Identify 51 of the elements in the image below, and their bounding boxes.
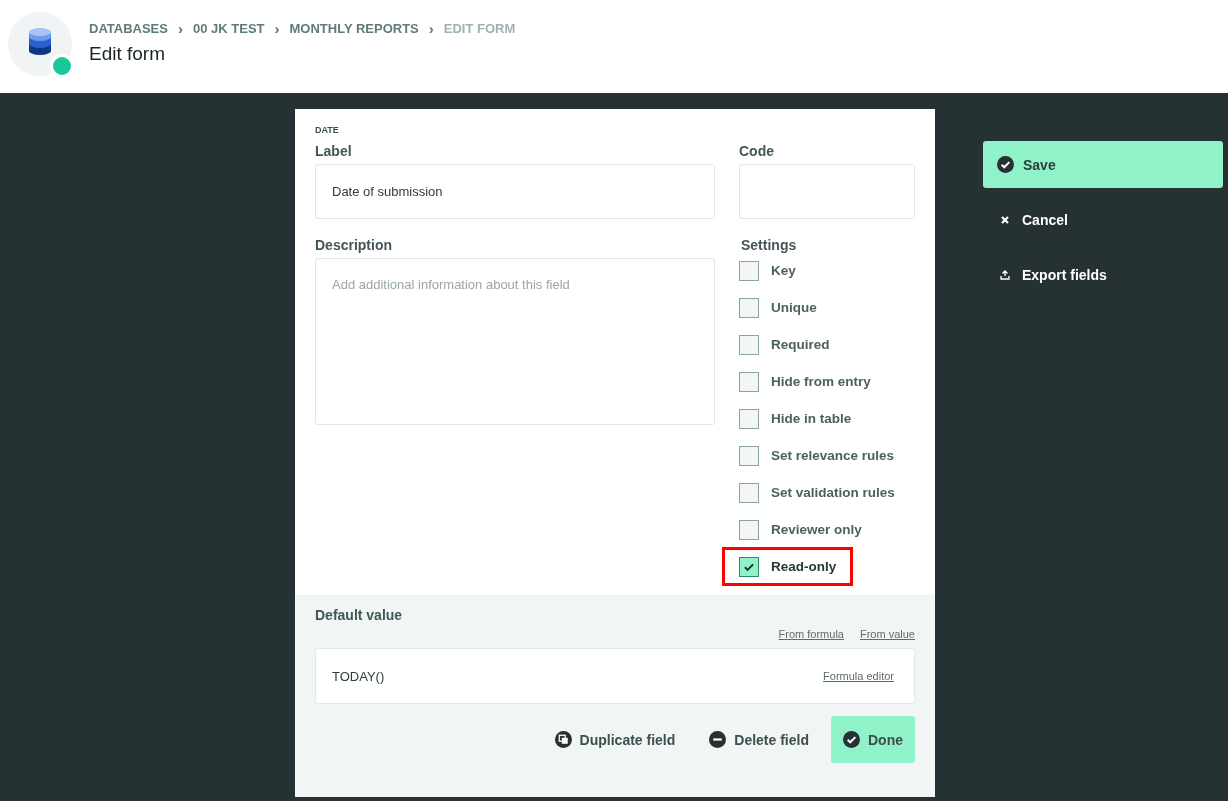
checkbox[interactable]: [739, 556, 759, 577]
breadcrumb-link[interactable]: 00 JK TEST: [192, 21, 265, 36]
checkbox-option[interactable]: Hide in table: [736, 403, 855, 434]
check-circle-icon: [997, 156, 1014, 173]
checkbox-option[interactable]: Unique: [736, 292, 820, 323]
minus-circle-icon: [709, 731, 727, 748]
checkbox[interactable]: [739, 260, 759, 281]
formula-editor-link[interactable]: Formula editor: [823, 670, 894, 682]
check-circle-icon: [843, 731, 860, 748]
checkbox-option[interactable]: Hide from entry: [736, 366, 874, 397]
checkbox-option[interactable]: Set relevance rules: [736, 440, 898, 471]
checkbox[interactable]: [739, 519, 759, 540]
label-input-field[interactable]: Date of submission: [315, 164, 715, 219]
check-button[interactable]: Done: [831, 716, 915, 763]
field-label: Description: [315, 237, 393, 253]
checkbox[interactable]: [739, 445, 759, 466]
checkbox-option[interactable]: Read-only: [722, 547, 854, 586]
export-action-button[interactable]: Export fields: [983, 251, 1223, 298]
mode-link[interactable]: From value: [859, 628, 915, 640]
mode-link[interactable]: From formula: [778, 628, 844, 640]
chevron-icon: ›: [428, 20, 434, 37]
upload-icon: [1000, 269, 1010, 280]
duplicate-button[interactable]: Duplicate field: [542, 716, 688, 763]
default-value-field[interactable]: TODAY() Formula editor: [315, 648, 915, 704]
checkbox[interactable]: [739, 334, 759, 355]
checkbox[interactable]: [739, 482, 759, 503]
delete-button[interactable]: Delete field: [697, 716, 821, 763]
duplicate-icon: [554, 731, 572, 748]
field-type-label: DATE: [315, 125, 340, 135]
formula-text: TODAY(): [332, 668, 385, 684]
field-label: Settings: [740, 237, 798, 253]
checkbox[interactable]: [739, 297, 759, 318]
breadcrumb-link[interactable]: MONTHLY REPORTS: [289, 21, 419, 36]
checkbox-option[interactable]: Reviewer only: [736, 514, 865, 545]
checkbox-option[interactable]: Set validation rules: [736, 477, 898, 508]
code-input-field[interactable]: [739, 164, 915, 219]
check-action-button[interactable]: Save: [983, 141, 1223, 188]
page-title: Edit form: [89, 43, 167, 65]
description-field[interactable]: Add additional information about this field: [315, 258, 715, 425]
field-label: Label: [315, 143, 353, 159]
checkbox-option[interactable]: Required: [736, 329, 833, 360]
breadcrumb-link[interactable]: DATABASES: [89, 21, 168, 36]
chevron-icon: ›: [177, 20, 183, 37]
checkbox-option[interactable]: Key: [736, 255, 799, 286]
close-action-button[interactable]: Cancel: [983, 196, 1223, 243]
field-label: Code: [739, 143, 775, 159]
checkbox[interactable]: [739, 408, 759, 429]
close-icon: [1000, 214, 1010, 225]
chevron-icon: ›: [274, 20, 280, 37]
checkbox[interactable]: [739, 371, 759, 392]
section-title: Default value: [315, 607, 404, 623]
